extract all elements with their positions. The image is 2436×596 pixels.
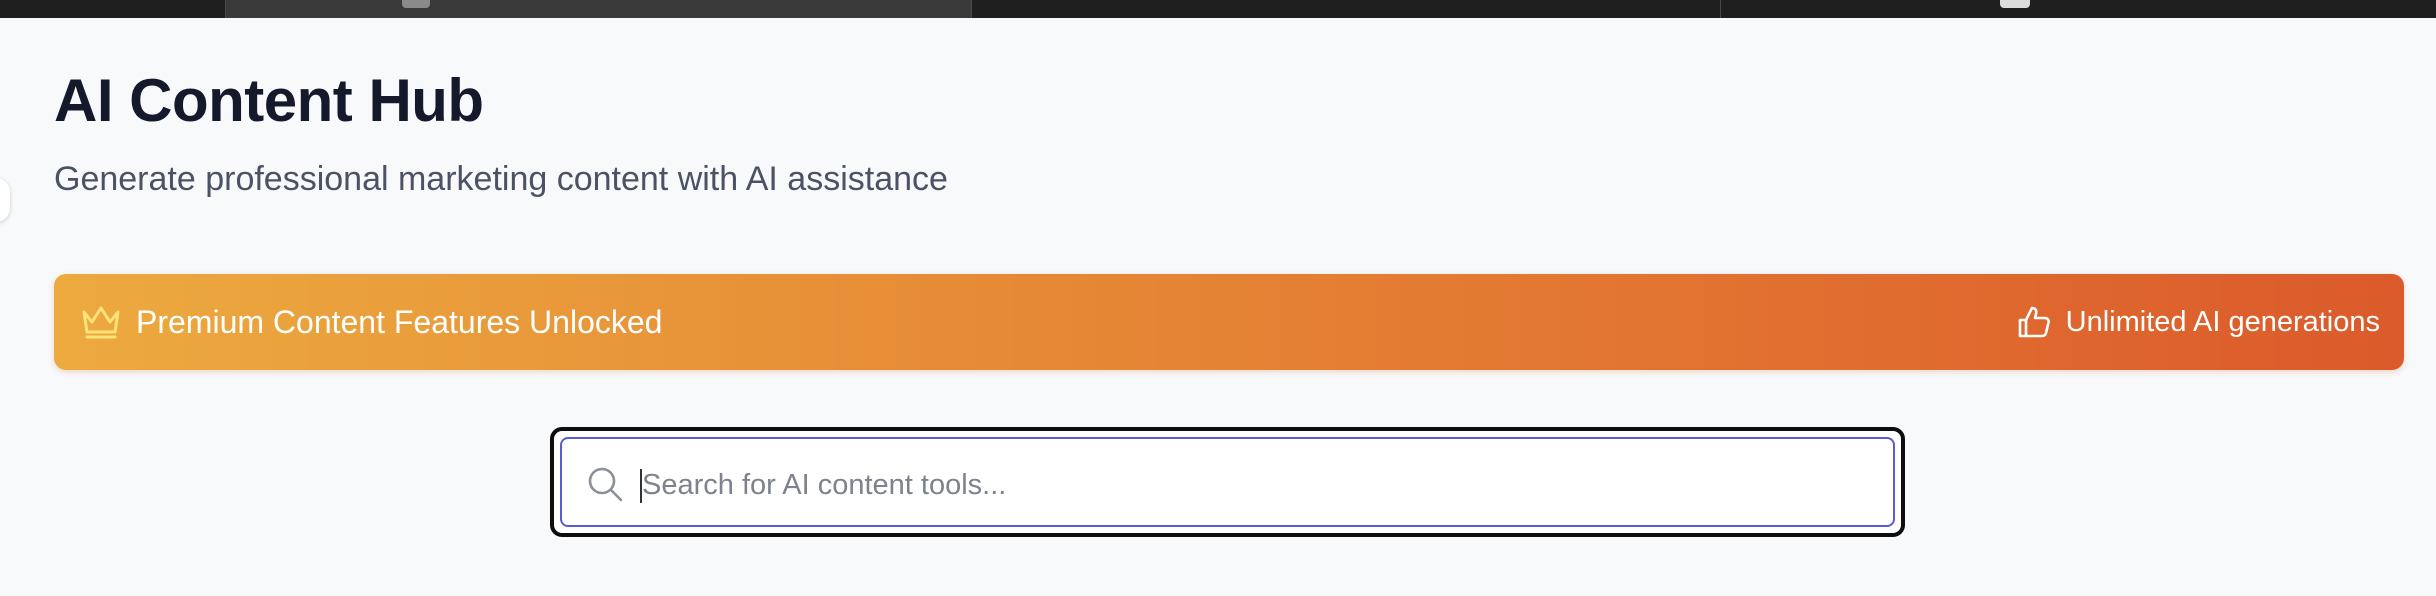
premium-banner: Premium Content Features Unlocked Unlimi…	[54, 274, 2404, 370]
search-box[interactable]	[550, 427, 1905, 537]
sidebar-toggle-handle[interactable]	[0, 178, 10, 222]
tab-favicon-icon	[2000, 0, 2030, 8]
search-input[interactable]	[642, 457, 1822, 513]
crown-icon	[82, 306, 120, 339]
thumbs-up-icon	[2018, 306, 2050, 338]
browser-tab-bar	[0, 0, 2436, 18]
page-subtitle: Generate professional marketing content …	[54, 160, 948, 198]
search-field-frame[interactable]	[560, 437, 1895, 527]
tab-favicon-icon	[402, 0, 430, 8]
banner-perk-group: Unlimited AI generations	[2016, 274, 2380, 370]
browser-tab[interactable]	[1722, 0, 2436, 18]
banner-perk-text: Unlimited AI generations	[2065, 305, 2380, 338]
banner-title: Premium Content Features Unlocked	[136, 304, 663, 340]
search-icon	[588, 467, 623, 502]
browser-tab[interactable]	[972, 0, 1721, 18]
browser-tab[interactable]	[0, 0, 224, 18]
page-title: AI Content Hub	[54, 67, 484, 134]
browser-tab-active[interactable]	[225, 0, 972, 18]
